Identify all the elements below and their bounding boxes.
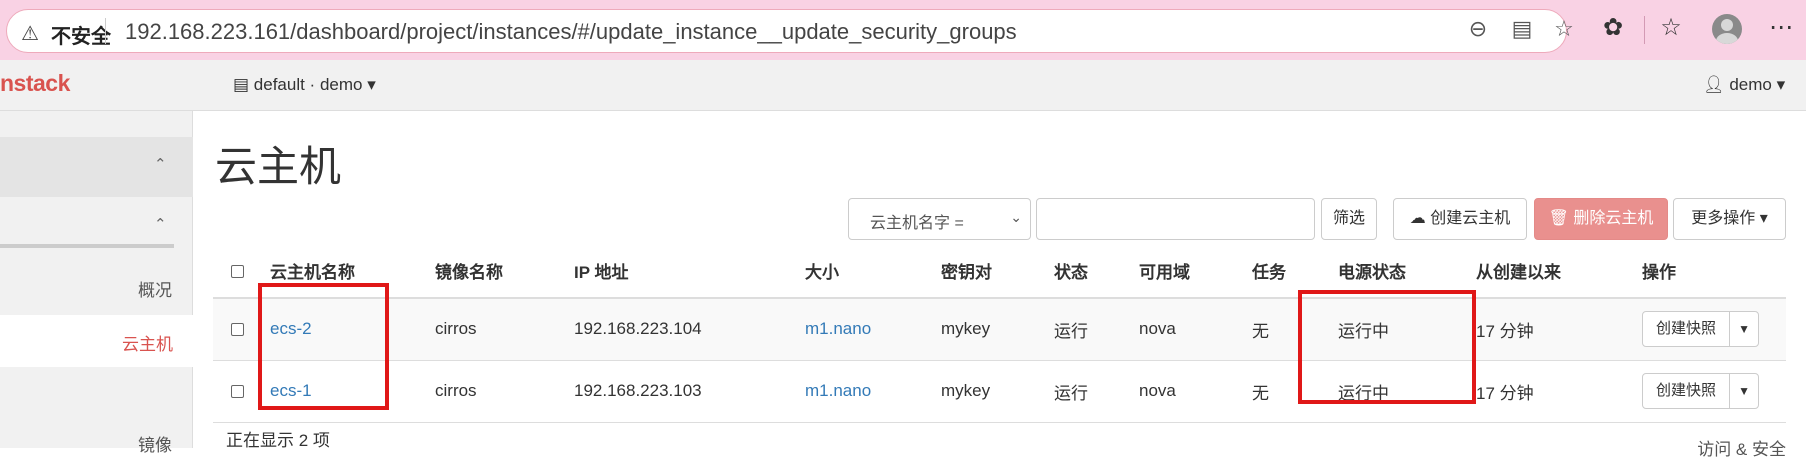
filter-field-label: 云主机名字 = — [870, 215, 964, 232]
logo[interactable]: nstack — [0, 70, 70, 97]
header-ip[interactable]: IP 地址 — [574, 244, 805, 299]
top-navigation: nstack ▤ default · demo ▾ 👤︎ demo ▾ — [0, 60, 1806, 111]
profile-avatar[interactable] — [1712, 14, 1742, 44]
trash-icon: 🗑︎ — [1548, 210, 1569, 227]
row-action-group: 创建快照 ▼ — [1642, 311, 1760, 348]
project-label: default · demo ▾ — [253, 75, 376, 94]
unsafe-label[interactable]: 不安全 — [51, 20, 111, 49]
more-actions-label: 更多操作 ▾ — [1691, 210, 1768, 227]
table-header-row: 云主机名称 镜像名称 IP 地址 大小 密钥对 状态 可用域 任务 电源状态 从… — [213, 244, 1786, 299]
user-icon: 👤︎ — [1703, 75, 1725, 94]
divider — [105, 18, 106, 44]
header-age[interactable]: 从创建以来 — [1476, 244, 1642, 299]
cloud-upload-icon: ☁ — [1409, 210, 1426, 227]
age: 17 分钟 — [1476, 298, 1642, 361]
sidebar-active-row[interactable]: 云主机 — [0, 315, 193, 367]
header-zone[interactable]: 可用域 — [1139, 244, 1252, 299]
flavor-link[interactable]: m1.nano — [805, 381, 871, 400]
age: 17 分钟 — [1476, 360, 1642, 423]
ip-address: 192.168.223.103 — [574, 360, 805, 423]
user-menu[interactable]: 👤︎ demo ▾ — [1703, 75, 1785, 95]
filter-input[interactable] — [1036, 198, 1315, 240]
flavor-link[interactable]: m1.nano — [805, 319, 871, 338]
keypair: mykey — [941, 298, 1054, 361]
page-title: 云主机 — [215, 143, 342, 190]
select-all-checkbox[interactable] — [231, 264, 244, 278]
ip-address: 192.168.223.104 — [574, 298, 805, 361]
warning-icon[interactable]: ⚠ — [21, 21, 39, 46]
favorites-icon[interactable]: ☆ — [1654, 13, 1688, 42]
url-text[interactable]: 192.168.223.161/dashboard/project/instan… — [125, 19, 1017, 45]
status: 运行 — [1054, 360, 1139, 423]
project-icon: ▤ — [233, 75, 250, 94]
row-checkbox[interactable] — [231, 385, 244, 399]
chevron-up-icon[interactable]: ⌃ — [154, 215, 167, 233]
row-checkbox[interactable] — [231, 323, 244, 337]
keypair: mykey — [941, 360, 1054, 423]
header-keypair[interactable]: 密钥对 — [941, 244, 1054, 299]
header-status[interactable]: 状态 — [1054, 244, 1139, 299]
create-instance-button[interactable]: ☁ 创建云主机 — [1393, 198, 1527, 240]
reader-mode-icon[interactable]: ▤ — [1507, 16, 1537, 42]
zoom-icon[interactable]: ⊖ — [1463, 16, 1493, 42]
table-footer-count: 正在显示 2 项 — [226, 431, 330, 450]
chevron-up-icon[interactable]: ⌃ — [154, 155, 167, 173]
sidebar: ⌃ ⌃ 概况 镜像 — [0, 111, 193, 455]
status: 运行 — [1054, 298, 1139, 361]
table-row: ecs-2 cirros 192.168.223.104 m1.nano myk… — [213, 298, 1786, 361]
header-actions: 操作 — [1642, 244, 1786, 299]
header-image[interactable]: 镜像名称 — [435, 244, 574, 299]
availability-zone: nova — [1139, 360, 1252, 423]
caret-down-icon[interactable]: ▼ — [1730, 312, 1758, 346]
annotation-box-names — [258, 283, 389, 410]
project-selector[interactable]: ▤ default · demo ▾ — [233, 75, 376, 95]
header-size[interactable]: 大小 — [805, 244, 941, 299]
sidebar-item-overview[interactable]: 概况 — [138, 276, 172, 301]
chevron-down-icon: ⌄ — [1010, 209, 1022, 225]
main-content: 云主机 云主机名字 = ⌄ 筛选 ☁ 创建云主机 🗑︎ 删除云主机 更多操作 ▾… — [193, 111, 1806, 450]
sidebar-divider — [0, 244, 174, 248]
more-menu-icon[interactable]: ⋯ — [1764, 13, 1798, 42]
favorite-star-icon[interactable]: ☆ — [1549, 16, 1579, 42]
availability-zone: nova — [1139, 298, 1252, 361]
sidebar-item-instances[interactable]: 云主机 — [122, 330, 173, 355]
image-name: cirros — [435, 298, 574, 361]
create-instance-label: 创建云主机 — [1430, 210, 1511, 227]
caret-down-icon[interactable]: ▼ — [1730, 374, 1758, 408]
user-label: demo ▾ — [1729, 75, 1786, 94]
create-snapshot-button[interactable]: 创建快照 — [1643, 374, 1731, 408]
sidebar-item-images[interactable]: 镜像 — [138, 431, 172, 456]
divider — [1644, 16, 1645, 44]
delete-instance-button[interactable]: 🗑︎ 删除云主机 — [1534, 198, 1668, 240]
more-actions-button[interactable]: 更多操作 ▾ — [1673, 198, 1786, 240]
annotation-box-power-state — [1298, 290, 1476, 404]
delete-instance-label: 删除云主机 — [1573, 210, 1654, 227]
browser-toolbar: ⚠ 不安全 192.168.223.161/dashboard/project/… — [0, 0, 1806, 60]
image-name: cirros — [435, 360, 574, 423]
filter-button[interactable]: 筛选 — [1321, 198, 1377, 240]
extensions-icon[interactable]: ✿ — [1596, 13, 1630, 42]
row-action-group: 创建快照 ▼ — [1642, 373, 1760, 409]
filter-field-select[interactable]: 云主机名字 = ⌄ — [848, 198, 1031, 240]
create-snapshot-button[interactable]: 创建快照 — [1643, 312, 1731, 347]
address-bar[interactable]: ⚠ 不安全 192.168.223.161/dashboard/project/… — [6, 9, 1574, 53]
instances-table: 云主机名称 镜像名称 IP 地址 大小 密钥对 状态 可用域 任务 电源状态 从… — [213, 244, 1786, 423]
table-row: ecs-1 cirros 192.168.223.103 m1.nano myk… — [213, 360, 1786, 423]
filter-button-label: 筛选 — [1332, 210, 1365, 227]
